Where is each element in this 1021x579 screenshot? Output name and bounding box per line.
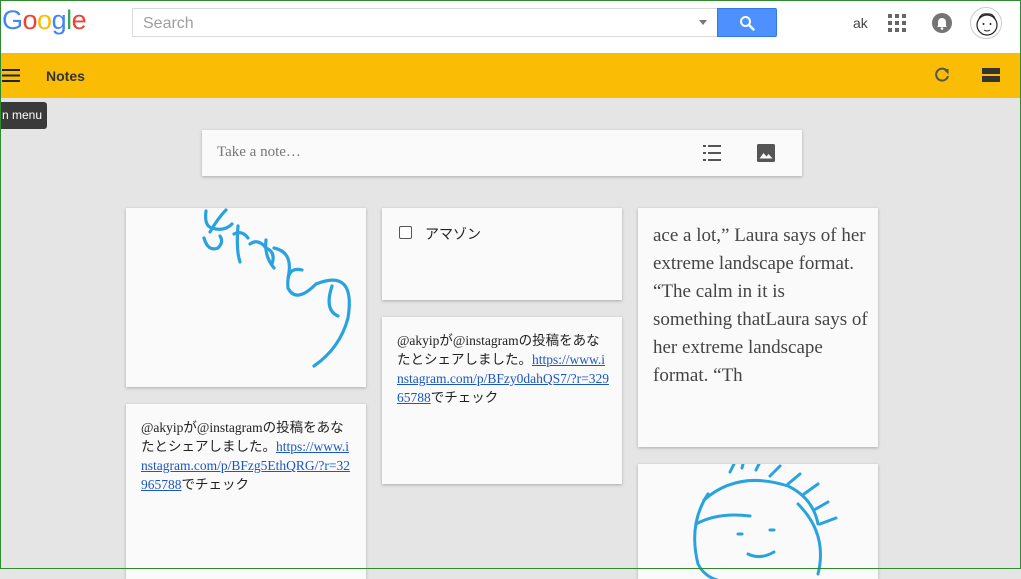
search-box (132, 8, 717, 37)
image-icon[interactable] (757, 144, 775, 162)
checklist-note[interactable]: アマゾン (382, 208, 622, 300)
checklist-item-label[interactable]: アマゾン (425, 224, 481, 244)
quote-note-text: ace a lot,” Laura says of her extreme la… (653, 225, 868, 386)
drawing-note-kanji[interactable] (126, 208, 366, 387)
share-note-2-text: @akyipが@instagramの投稿をあなたとシェアしました。https:/… (141, 418, 354, 494)
google-bar: Google ak (0, 0, 1021, 53)
share-note-1[interactable]: @akyipが@instagramの投稿をあなたとシェアしました。https:/… (382, 317, 622, 484)
app-title: Notes (46, 68, 85, 84)
hamburger-menu-icon[interactable] (2, 69, 20, 82)
quote-note[interactable]: ace a lot,” Laura says of her extreme la… (638, 208, 878, 447)
app-bar: Notes (0, 53, 1021, 98)
bell-icon[interactable] (931, 12, 953, 34)
take-note-composer[interactable]: Take a note… (202, 130, 802, 176)
drawing-note-face[interactable] (638, 464, 878, 579)
apps-grid-icon[interactable] (888, 14, 906, 32)
search-dropdown-caret-icon[interactable] (699, 20, 707, 25)
share-note-1-text: @akyipが@instagramの投稿をあなたとシェアしました。https:/… (397, 331, 610, 407)
face-drawing (693, 464, 838, 579)
share-note-1-suffix: でチェック (430, 390, 499, 405)
search-input[interactable] (141, 13, 685, 35)
avatar-face-icon (976, 13, 998, 36)
checklist-icon[interactable] (703, 145, 721, 161)
search-icon (740, 16, 755, 31)
main-menu-tooltip: n menu (0, 102, 47, 129)
account-initials[interactable]: ak (853, 15, 868, 31)
search-button[interactable] (717, 8, 777, 37)
share-note-2[interactable]: @akyipが@instagramの投稿をあなたとシェアしました。https:/… (126, 404, 366, 579)
handwriting-drawing (202, 208, 351, 368)
list-view-icon[interactable] (982, 68, 1000, 82)
checklist-checkbox[interactable] (399, 226, 412, 239)
share-note-2-suffix: でチェック (181, 477, 250, 492)
take-note-placeholder[interactable]: Take a note… (217, 144, 301, 161)
refresh-icon[interactable] (933, 66, 951, 84)
avatar[interactable] (970, 7, 1002, 39)
google-logo[interactable]: Google (2, 5, 87, 36)
